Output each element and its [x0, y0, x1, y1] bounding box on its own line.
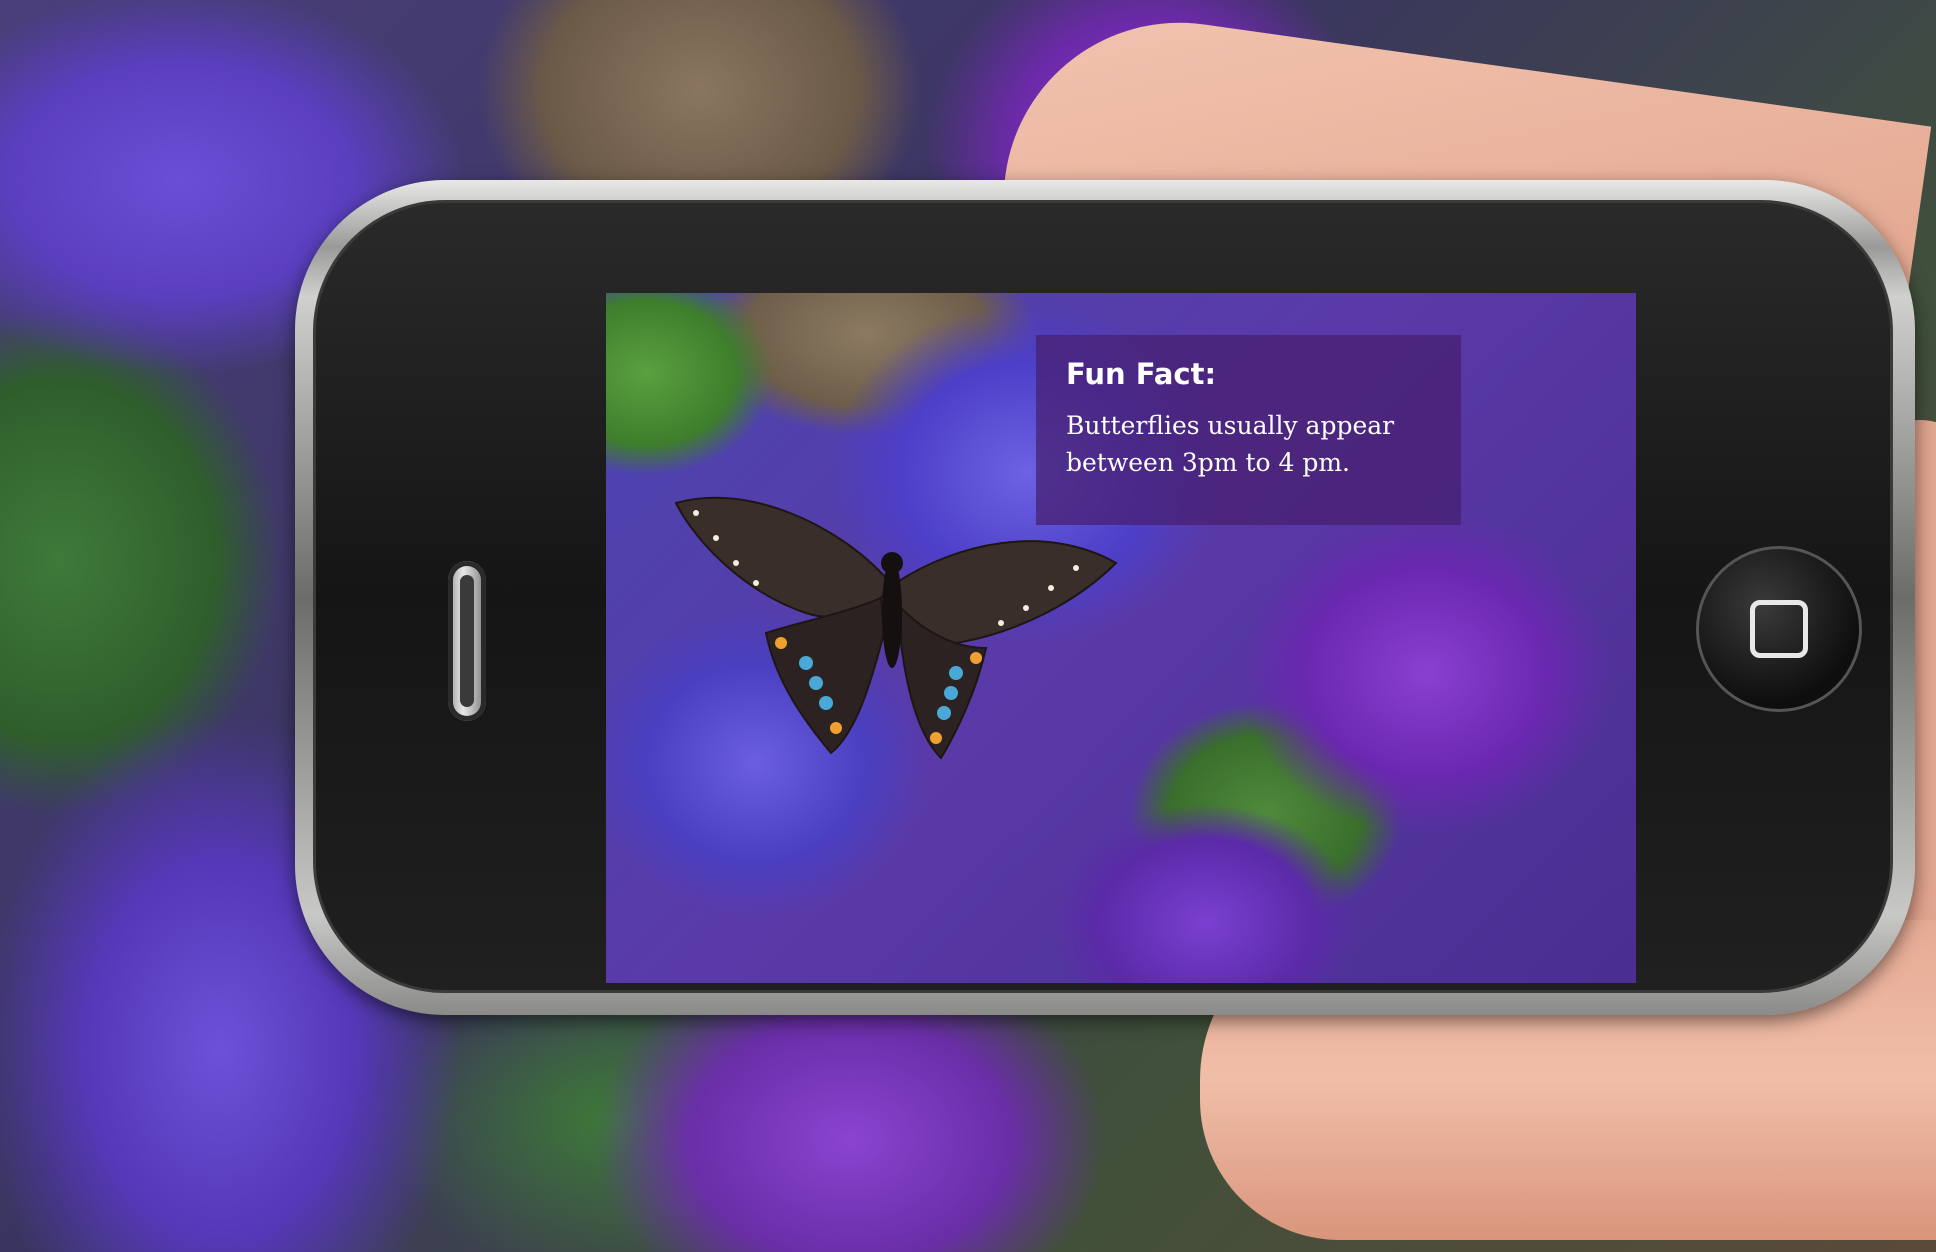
fun-fact-body: Butterflies usually appear between 3pm t… — [1066, 407, 1431, 481]
home-square-icon — [1750, 600, 1808, 658]
phone-bezel: Fun Fact: Butterflies usually appear bet… — [313, 200, 1893, 993]
fun-fact-overlay: Fun Fact: Butterflies usually appear bet… — [1036, 335, 1461, 525]
earpiece-speaker-icon — [448, 561, 486, 721]
fun-fact-title: Fun Fact: — [1066, 357, 1217, 391]
smartphone: Fun Fact: Butterflies usually appear bet… — [295, 180, 1915, 1015]
phone-screen[interactable]: Fun Fact: Butterflies usually appear bet… — [606, 293, 1636, 983]
fun-fact-line-2: between 3pm to 4 pm. — [1066, 448, 1350, 477]
home-button[interactable] — [1696, 546, 1862, 712]
butterfly-icon — [674, 496, 1118, 760]
fun-fact-line-1: Butterflies usually appear — [1066, 411, 1395, 440]
photo-scene: Fun Fact: Butterflies usually appear bet… — [0, 0, 1936, 1252]
